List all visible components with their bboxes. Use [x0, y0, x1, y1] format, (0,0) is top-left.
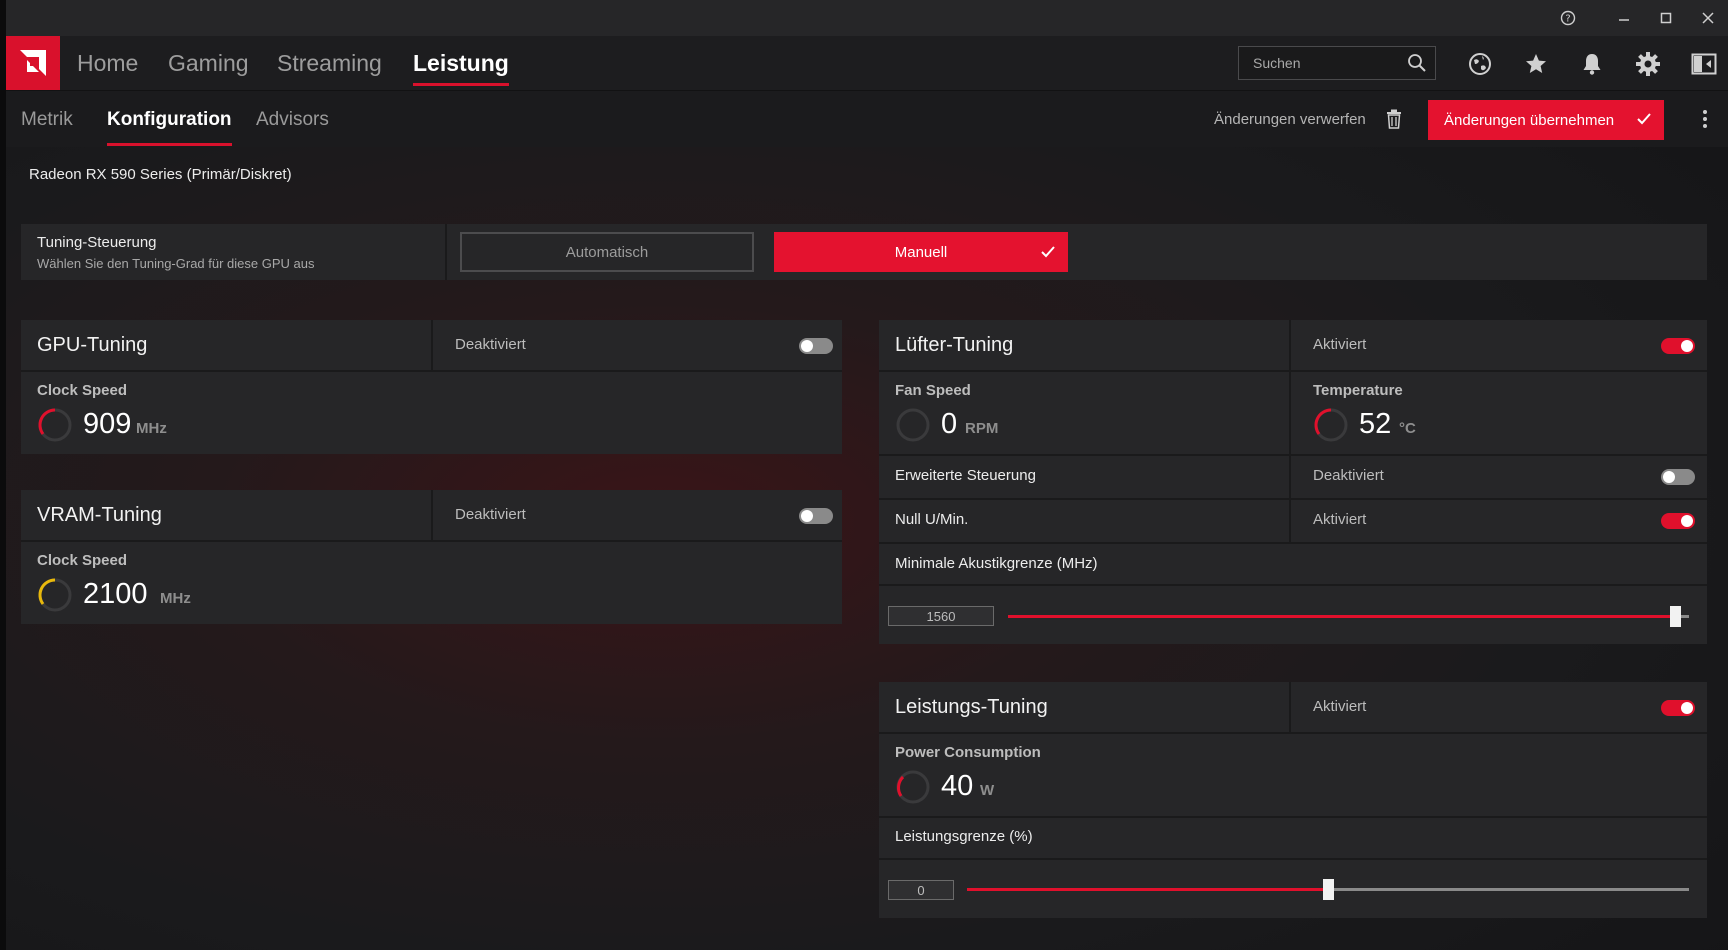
star-icon[interactable]: [1522, 50, 1550, 78]
power-consumption-label: Power Consumption: [895, 744, 1041, 761]
tab-streaming[interactable]: Streaming: [277, 50, 382, 90]
vram-clock-unit: MHz: [160, 590, 191, 607]
mode-manual-label: Manuell: [894, 243, 948, 261]
fan-tuning-panel: Lüfter-Tuning Aktiviert Fan Speed 0 RPM …: [879, 320, 1707, 644]
vram-tuning-title: VRAM-Tuning: [37, 504, 162, 526]
search-placeholder: Suchen: [1253, 55, 1301, 71]
power-tuning-status: Aktiviert: [1313, 698, 1367, 715]
acoustic-limit-label: Minimale Akustikgrenze (MHz): [895, 555, 1098, 572]
maximize-icon[interactable]: [1652, 6, 1680, 30]
amd-logo[interactable]: [6, 36, 60, 90]
tab-leistung[interactable]: Leistung: [413, 50, 509, 90]
title-bar: ?: [6, 0, 1728, 36]
apply-changes-label: Änderungen übernehmen: [1444, 111, 1615, 129]
globe-icon[interactable]: [1466, 50, 1494, 78]
temperature-label: Temperature: [1313, 382, 1403, 399]
gpu-tuning-status: Deaktiviert: [455, 336, 526, 353]
advanced-control-status: Deaktiviert: [1313, 467, 1384, 484]
checkmark-icon: [1040, 245, 1056, 263]
fan-speed-gauge: [896, 408, 930, 442]
tab-konfiguration[interactable]: Konfiguration: [107, 109, 232, 147]
tab-advisors[interactable]: Advisors: [256, 109, 329, 147]
vram-tuning-status: Deaktiviert: [455, 506, 526, 523]
fan-tuning-toggle[interactable]: [1661, 338, 1695, 354]
tab-gaming[interactable]: Gaming: [168, 50, 249, 90]
advanced-control-toggle[interactable]: [1661, 469, 1695, 485]
fan-speed-value: 0: [941, 408, 958, 440]
gpu-tuning-toggle[interactable]: [799, 338, 833, 354]
power-tuning-toggle[interactable]: [1661, 700, 1695, 716]
tab-home[interactable]: Home: [77, 50, 138, 90]
fan-speed-label: Fan Speed: [895, 382, 971, 399]
bell-icon[interactable]: [1578, 50, 1606, 78]
search-input[interactable]: Suchen: [1238, 46, 1436, 80]
temperature-value: 52: [1359, 408, 1392, 440]
gpu-name: Radeon RX 590 Series (Primär/Diskret): [29, 166, 292, 183]
mode-manual-button[interactable]: Manuell: [774, 232, 1068, 272]
power-consumption-value: 40: [941, 770, 974, 802]
app-window: ? Home Gaming Streaming Leistung Suchen: [6, 0, 1728, 950]
acoustic-limit-thumb[interactable]: [1670, 606, 1681, 627]
power-limit-slider[interactable]: [967, 879, 1689, 900]
acoustic-limit-input[interactable]: 1560: [888, 606, 994, 626]
power-tuning-title: Leistungs-Tuning: [895, 696, 1048, 718]
search-icon[interactable]: [1407, 53, 1427, 78]
power-consumption-unit: W: [980, 782, 995, 799]
trash-icon[interactable]: [1386, 109, 1402, 134]
gpu-clock-value: 909: [83, 408, 132, 440]
gpu-tuning-panel: GPU-Tuning Deaktiviert Clock Speed 909 M…: [21, 320, 842, 454]
gpu-tuning-title: GPU-Tuning: [37, 334, 148, 356]
discard-changes-button[interactable]: Änderungen verwerfen: [1214, 111, 1366, 128]
zero-rpm-status: Aktiviert: [1313, 511, 1367, 528]
top-nav: Home Gaming Streaming Leistung Suchen: [6, 36, 1728, 91]
help-icon[interactable]: ?: [1554, 6, 1582, 30]
temperature-gauge: [1314, 408, 1348, 442]
more-options-icon[interactable]: [1702, 109, 1708, 134]
fan-speed-unit: RPM: [965, 420, 999, 437]
zero-rpm-toggle[interactable]: [1661, 513, 1695, 529]
power-limit-thumb[interactable]: [1323, 879, 1334, 900]
power-tuning-panel: Leistungs-Tuning Aktiviert Power Consump…: [879, 682, 1707, 918]
sidebar-icon[interactable]: [1690, 50, 1718, 78]
mode-automatic-button[interactable]: Automatisch: [460, 232, 754, 272]
power-consumption-gauge: [896, 770, 930, 804]
gear-icon[interactable]: [1634, 50, 1662, 78]
gpu-clock-gauge: [38, 408, 72, 442]
tab-metrik[interactable]: Metrik: [21, 109, 73, 147]
vram-tuning-toggle[interactable]: [799, 508, 833, 524]
apply-changes-button[interactable]: Änderungen übernehmen: [1428, 100, 1664, 140]
gpu-clock-label: Clock Speed: [37, 382, 128, 399]
vram-clock-value: 2100: [83, 578, 148, 610]
minimize-icon[interactable]: [1610, 6, 1638, 30]
sub-nav: Metrik Konfiguration Advisors Änderungen…: [6, 91, 1728, 147]
tuning-control-panel: Tuning-Steuerung Wählen Sie den Tuning-G…: [21, 224, 1707, 280]
tuning-control-subtitle: Wählen Sie den Tuning-Grad für diese GPU…: [37, 256, 315, 271]
checkmark-icon: [1636, 112, 1652, 130]
power-limit-input[interactable]: 0: [888, 880, 954, 900]
fan-tuning-title: Lüfter-Tuning: [895, 334, 1014, 356]
gpu-clock-unit: MHz: [136, 420, 167, 437]
acoustic-limit-fill: [1008, 615, 1675, 618]
vram-tuning-panel: VRAM-Tuning Deaktiviert Clock Speed 2100…: [21, 490, 842, 624]
vram-clock-gauge: [38, 578, 72, 612]
power-limit-label: Leistungsgrenze (%): [895, 828, 1033, 845]
tuning-control-title: Tuning-Steuerung: [37, 234, 157, 251]
zero-rpm-label: Null U/Min.: [895, 511, 969, 528]
close-icon[interactable]: [1694, 6, 1722, 30]
vram-clock-label: Clock Speed: [37, 552, 128, 569]
temperature-unit: °C: [1399, 420, 1416, 437]
fan-tuning-status: Aktiviert: [1313, 336, 1367, 353]
svg-text:?: ?: [1565, 14, 1570, 25]
acoustic-limit-slider[interactable]: [1008, 606, 1689, 627]
power-limit-fill: [967, 888, 1328, 891]
advanced-control-label: Erweiterte Steuerung: [895, 467, 1036, 484]
